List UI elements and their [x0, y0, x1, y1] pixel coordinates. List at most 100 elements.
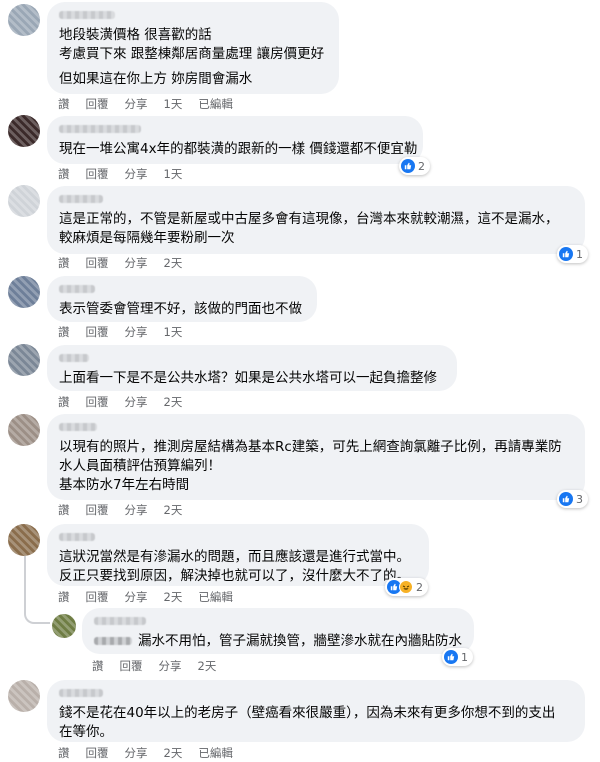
- avatar[interactable]: [8, 276, 40, 308]
- reply-button[interactable]: 回覆: [86, 589, 109, 605]
- share-button[interactable]: 分享: [125, 166, 148, 182]
- haha-icon: [399, 580, 413, 594]
- comment-text-line: 這是正常的，不管是新屋或中古屋多會有這現像，台灣本來就較潮濕，這不是漏水，: [59, 211, 559, 227]
- reaction-summary[interactable]: 1: [557, 245, 588, 263]
- like-button[interactable]: 讚: [58, 394, 70, 410]
- comment-text-line: 漏水不用怕，管子漏就換管，牆壁滲水就在內牆貼防水: [94, 632, 462, 651]
- timestamp[interactable]: 2天: [198, 658, 217, 674]
- comment-actions: 讚 回覆 分享 2天 已編輯: [58, 589, 233, 605]
- like-icon: [559, 247, 573, 261]
- like-button[interactable]: 讚: [58, 745, 70, 761]
- comment-actions: 讚 回覆 分享 2天 已編輯: [58, 745, 233, 761]
- comment-text-line: 現在一堆公寓4x年的都裝潢的跟新的一樣 價錢還都不便宜勒: [59, 141, 418, 157]
- reply-button[interactable]: 回覆: [86, 324, 109, 340]
- like-button[interactable]: 讚: [58, 166, 70, 182]
- comment-text-line: 基本防水7年左右時間: [59, 477, 190, 493]
- avatar[interactable]: [8, 4, 40, 36]
- comment-bubble: 現在一堆公寓4x年的都裝潢的跟新的一樣 價錢還都不便宜勒: [47, 116, 423, 164]
- comment-bubble: 這狀況當然是有滲漏水的問題，而且應該還是進行式當中。 反正只要找到原因，解決掉也…: [47, 524, 429, 586]
- like-icon: [559, 492, 573, 506]
- share-button[interactable]: 分享: [125, 255, 148, 271]
- comment-text-line: 水人員面積評估預算編列！: [59, 458, 221, 474]
- timestamp[interactable]: 2天: [164, 502, 183, 518]
- comment-text-line: 這狀況當然是有滲漏水的問題，而且應該還是進行式當中。: [59, 549, 410, 565]
- comment-text-line: 較麻煩是每隔幾年要粉刷一次: [59, 230, 235, 246]
- reaction-count: 2: [416, 580, 423, 594]
- commenter-name[interactable]: [59, 195, 103, 203]
- share-button[interactable]: 分享: [159, 658, 182, 674]
- reply-button[interactable]: 回覆: [86, 96, 109, 112]
- comment-text-line: 考慮買下來 跟整棟鄰居商量處理 讓房價更好: [59, 46, 325, 62]
- commenter-name[interactable]: [59, 125, 141, 133]
- avatar[interactable]: [8, 680, 40, 712]
- like-button[interactable]: 讚: [58, 324, 70, 340]
- commenter-name[interactable]: [94, 617, 146, 625]
- like-button[interactable]: 讚: [58, 255, 70, 271]
- timestamp[interactable]: 1天: [164, 96, 183, 112]
- avatar[interactable]: [8, 185, 40, 217]
- comment-bubble: 表示管委會管理不好，該做的門面也不做: [47, 276, 317, 322]
- comment-text-line: 以現有的照片，推測房屋結構為基本Rc建築，可先上網查詢氯離子比例，再請專業防: [59, 439, 562, 455]
- avatar[interactable]: [8, 344, 40, 376]
- mentioned-name[interactable]: [94, 637, 132, 645]
- edited-label: 已編輯: [198, 746, 233, 760]
- edited-label: 已編輯: [198, 97, 233, 111]
- commenter-name[interactable]: [59, 689, 103, 697]
- share-button[interactable]: 分享: [125, 745, 148, 761]
- reply-button[interactable]: 回覆: [86, 255, 109, 271]
- timestamp[interactable]: 2天: [164, 255, 183, 271]
- comment-actions: 讚 回覆 分享 2天: [58, 255, 182, 271]
- like-button[interactable]: 讚: [58, 502, 70, 518]
- comment-text-line: 錢不是花在40年以上的老房子（壁癌看來很嚴重），因為未來有更多你想不到的支出: [59, 705, 556, 721]
- commenter-name[interactable]: [59, 533, 95, 541]
- like-button[interactable]: 讚: [92, 658, 104, 674]
- share-button[interactable]: 分享: [125, 394, 148, 410]
- timestamp[interactable]: 2天: [164, 589, 183, 605]
- share-button[interactable]: 分享: [125, 96, 148, 112]
- reaction-summary[interactable]: 2: [399, 157, 430, 175]
- reaction-count: 1: [576, 247, 583, 261]
- avatar[interactable]: [8, 414, 40, 446]
- share-button[interactable]: 分享: [125, 589, 148, 605]
- like-icon: [444, 650, 458, 664]
- comment-bubble: 漏水不用怕，管子漏就換管，牆壁滲水就在內牆貼防水: [82, 608, 474, 654]
- comment-actions: 讚 回覆 分享 1天 已編輯: [58, 96, 233, 112]
- timestamp[interactable]: 1天: [164, 166, 183, 182]
- avatar[interactable]: [8, 115, 40, 147]
- like-icon: [401, 159, 415, 173]
- comment-bubble: 以現有的照片，推測房屋結構為基本Rc建築，可先上網查詢氯離子比例，再請專業防 水…: [47, 414, 585, 500]
- comment-text-line: 但如果這在你上方 妳房間會漏水: [59, 71, 253, 87]
- comment-bubble: 錢不是花在40年以上的老房子（壁癌看來很嚴重），因為未來有更多你想不到的支出 在…: [47, 680, 585, 742]
- like-button[interactable]: 讚: [58, 589, 70, 605]
- commenter-name[interactable]: [59, 285, 95, 293]
- like-button[interactable]: 讚: [58, 96, 70, 112]
- timestamp[interactable]: 2天: [164, 745, 183, 761]
- reaction-summary[interactable]: 3: [557, 490, 588, 508]
- reply-button[interactable]: 回覆: [86, 166, 109, 182]
- reaction-count: 2: [418, 159, 425, 173]
- comment-text-line: 在等你。: [59, 724, 113, 740]
- commenter-name[interactable]: [59, 11, 115, 19]
- comment-bubble: 這是正常的，不管是新屋或中古屋多會有這現像，台灣本來就較潮濕，這不是漏水， 較麻…: [47, 186, 585, 254]
- commenter-name[interactable]: [59, 354, 89, 362]
- reply-button[interactable]: 回覆: [86, 745, 109, 761]
- comment-text-line: 表示管委會管理不好，該做的門面也不做: [59, 301, 302, 317]
- avatar[interactable]: [52, 614, 76, 638]
- share-button[interactable]: 分享: [125, 502, 148, 518]
- comment-text-line: 上面看一下是不是公共水塔？如果是公共水塔可以一起負擔整修: [59, 370, 437, 386]
- comment-text-line: 反正只要找到原因，解決掉也就可以了，沒什麼大不了的。: [59, 568, 410, 584]
- reply-button[interactable]: 回覆: [120, 658, 143, 674]
- reply-button[interactable]: 回覆: [86, 502, 109, 518]
- comment-actions: 讚 回覆 分享 1天: [58, 324, 182, 340]
- edited-label: 已編輯: [198, 590, 233, 604]
- avatar[interactable]: [8, 524, 40, 556]
- timestamp[interactable]: 2天: [164, 394, 183, 410]
- reaction-summary[interactable]: 1: [442, 648, 473, 666]
- reaction-summary[interactable]: 2: [385, 578, 428, 596]
- share-button[interactable]: 分享: [125, 324, 148, 340]
- commenter-name[interactable]: [59, 423, 97, 431]
- reply-button[interactable]: 回覆: [86, 394, 109, 410]
- reaction-count: 3: [576, 492, 583, 506]
- reply-thread-line: [24, 556, 50, 624]
- timestamp[interactable]: 1天: [164, 324, 183, 340]
